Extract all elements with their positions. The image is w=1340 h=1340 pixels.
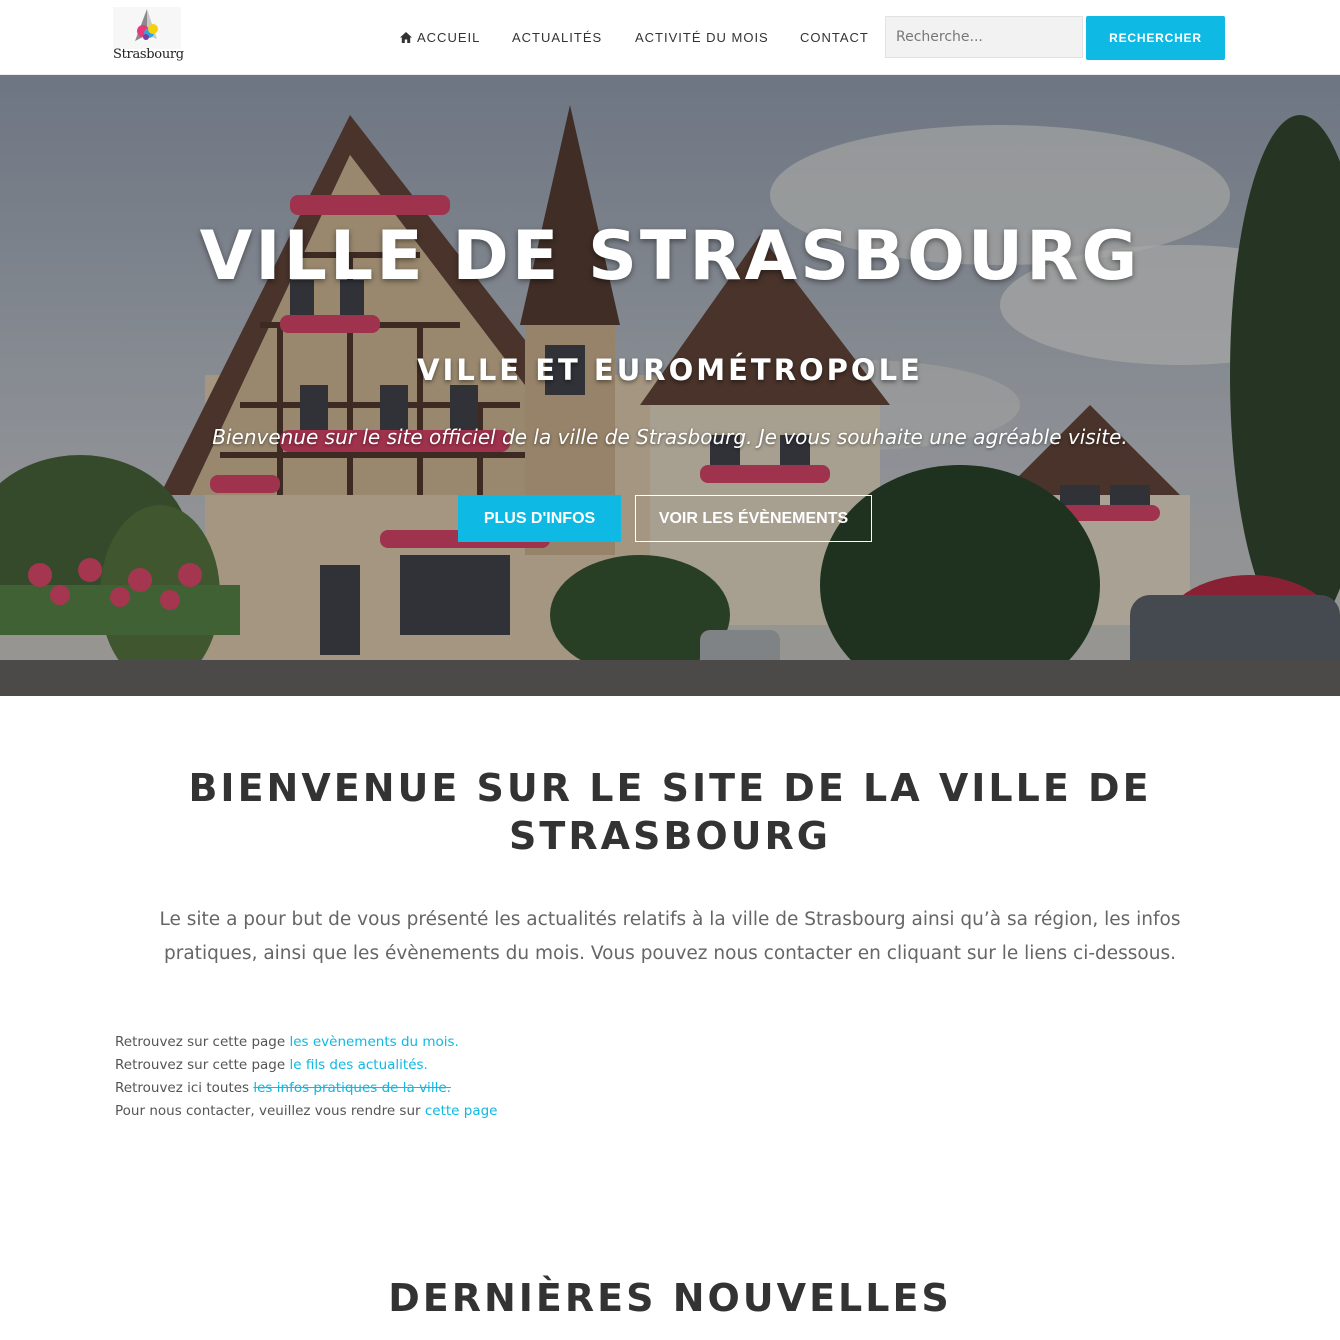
nav-item-activite-du-mois[interactable]: ACTIVITÉ DU MOIS (635, 30, 769, 45)
nav-item-accueil[interactable]: ACCUEIL (400, 30, 480, 45)
logo-text: Strasbourg (113, 47, 184, 62)
strasbourg-logo[interactable]: Strasbourg (113, 7, 184, 67)
list-item: Retrouvez ici toutes les infos pratiques… (115, 1077, 498, 1100)
nav-item-contact[interactable]: CONTACT (800, 30, 869, 45)
list-item-prefix: Pour nous contacter, veuillez vous rendr… (115, 1103, 425, 1119)
welcome-title: BIENVENUE SUR LE SITE DE LA VILLE DE STR… (188, 766, 1152, 858)
list-item: Pour nous contacter, veuillez vous rendr… (115, 1100, 498, 1123)
hero-tagline: Bienvenue sur le site officiel de la vil… (212, 425, 1128, 449)
links-list: Retrouvez sur cette page les evènements … (115, 1031, 498, 1123)
hero-subtitle: VILLE ET EUROMÉTROPOLE (417, 353, 923, 387)
welcome-text: Le site a pour but de vous présenté les … (159, 909, 1181, 964)
view-events-button[interactable]: VOIR LES ÉVÈNEMENTS (635, 495, 872, 542)
contact-page-link[interactable]: cette page (425, 1103, 498, 1119)
list-item: Retrouvez sur cette page le fils des act… (115, 1054, 498, 1077)
logo-emblem-icon (113, 7, 181, 49)
home-icon (400, 32, 412, 43)
more-info-button[interactable]: PLUS D'INFOS (458, 495, 621, 542)
latest-news-title: DERNIÈRES NOUVELLES (388, 1276, 952, 1320)
list-item-prefix: Retrouvez sur cette page (115, 1034, 290, 1050)
list-item-prefix: Retrouvez sur cette page (115, 1057, 290, 1073)
list-item: Retrouvez sur cette page les evènements … (115, 1031, 498, 1054)
events-link[interactable]: les evènements du mois. (289, 1034, 458, 1050)
hero-title: VILLE DE STRASBOURG (199, 217, 1141, 296)
list-item-prefix: Retrouvez ici toutes (115, 1080, 254, 1096)
news-feed-link[interactable]: le fils des actualités. (289, 1057, 427, 1073)
practical-info-link[interactable]: les infos pratiques de la ville. (253, 1080, 451, 1096)
site-header: Strasbourg ACCUEIL ACTUALITÉS ACTIVITÉ D… (0, 0, 1340, 75)
nav-item-label: ACCUEIL (417, 30, 481, 45)
search-button[interactable]: RECHERCHER (1086, 16, 1225, 60)
hero-section: VILLE DE STRASBOURG VILLE ET EUROMÉTROPO… (0, 75, 1340, 696)
search-input[interactable] (885, 16, 1083, 58)
nav-item-actualites[interactable]: ACTUALITÉS (512, 30, 602, 45)
